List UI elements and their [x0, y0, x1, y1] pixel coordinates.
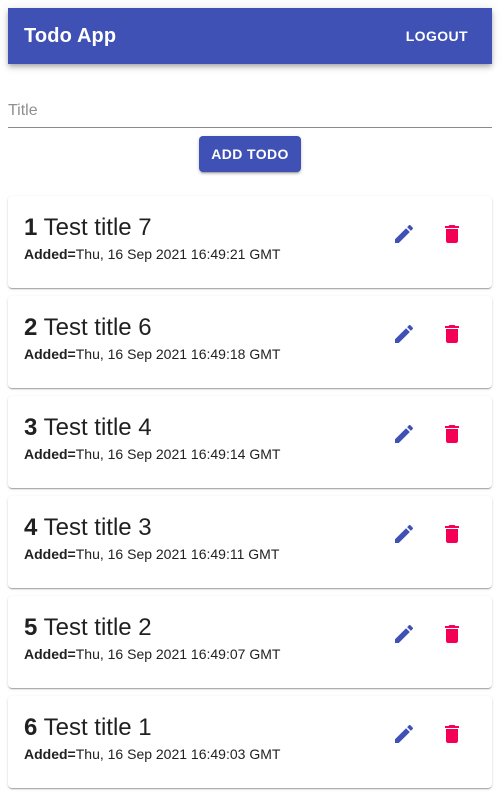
- trash-icon: [445, 625, 459, 643]
- pencil-icon: [395, 524, 414, 543]
- todo-card: 4 Test title 3 Added=Thu, 16 Sep 2021 16…: [8, 496, 492, 588]
- todo-title: Test title 4: [43, 414, 152, 441]
- added-timestamp: Thu, 16 Sep 2021 16:49:18 GMT: [75, 346, 281, 362]
- edit-button[interactable]: [392, 222, 416, 246]
- trash-icon: [445, 325, 459, 343]
- todo-added: Added=Thu, 16 Sep 2021 16:49:21 GMT: [24, 246, 280, 262]
- delete-button[interactable]: [440, 222, 464, 246]
- todo-heading: 5 Test title 2: [24, 614, 152, 642]
- todo-card: 5 Test title 2 Added=Thu, 16 Sep 2021 16…: [8, 596, 492, 688]
- trash-icon: [445, 425, 459, 443]
- added-label: Added=: [24, 746, 76, 762]
- added-timestamp: Thu, 16 Sep 2021 16:49:21 GMT: [75, 246, 281, 262]
- delete-button[interactable]: [440, 322, 464, 346]
- todo-index: 1: [24, 214, 38, 241]
- todo-title: Test title 2: [43, 614, 152, 641]
- edit-button[interactable]: [392, 622, 416, 646]
- delete-button[interactable]: [440, 722, 464, 746]
- logout-button[interactable]: LOGOUT: [398, 22, 476, 50]
- todo-title: Test title 3: [43, 514, 152, 541]
- added-label: Added=: [24, 546, 76, 562]
- todo-index: 2: [24, 314, 38, 341]
- pencil-icon: [395, 324, 414, 343]
- pencil-icon: [395, 224, 414, 243]
- todo-added: Added=Thu, 16 Sep 2021 16:49:07 GMT: [24, 646, 280, 662]
- todo-card: 3 Test title 4 Added=Thu, 16 Sep 2021 16…: [8, 396, 492, 488]
- app-title: Todo App: [24, 24, 117, 47]
- todo-added: Added=Thu, 16 Sep 2021 16:49:03 GMT: [24, 746, 280, 762]
- todo-title: Test title 6: [43, 314, 152, 341]
- added-timestamp: Thu, 16 Sep 2021 16:49:07 GMT: [75, 646, 281, 662]
- todo-card: 6 Test title 1 Added=Thu, 16 Sep 2021 16…: [8, 696, 492, 788]
- todo-added: Added=Thu, 16 Sep 2021 16:49:11 GMT: [24, 546, 279, 562]
- todo-heading: 3 Test title 4: [24, 414, 152, 442]
- edit-button[interactable]: [392, 722, 416, 746]
- trash-icon: [445, 225, 459, 243]
- todo-index: 5: [24, 614, 38, 641]
- delete-button[interactable]: [440, 522, 464, 546]
- todo-heading: 4 Test title 3: [24, 514, 152, 542]
- app-bar: Todo App LOGOUT: [8, 8, 492, 64]
- delete-button[interactable]: [440, 422, 464, 446]
- todo-added: Added=Thu, 16 Sep 2021 16:49:14 GMT: [24, 446, 280, 462]
- todo-heading: 2 Test title 6: [24, 314, 152, 342]
- todo-heading: 6 Test title 1: [24, 714, 152, 742]
- title-input[interactable]: [8, 96, 492, 126]
- added-label: Added=: [24, 646, 76, 662]
- todo-title: Test title 7: [43, 214, 152, 241]
- todo-list: 1 Test title 7 Added=Thu, 16 Sep 2021 16…: [8, 196, 492, 796]
- trash-icon: [445, 725, 459, 743]
- pencil-icon: [395, 724, 414, 743]
- add-todo-button[interactable]: ADD TODO: [199, 136, 301, 172]
- edit-button[interactable]: [392, 322, 416, 346]
- title-field: [8, 96, 492, 128]
- todo-index: 6: [24, 714, 38, 741]
- todo-card: 2 Test title 6 Added=Thu, 16 Sep 2021 16…: [8, 296, 492, 388]
- todo-title: Test title 1: [43, 714, 152, 741]
- edit-button[interactable]: [392, 522, 416, 546]
- pencil-icon: [395, 424, 414, 443]
- added-timestamp: Thu, 16 Sep 2021 16:49:14 GMT: [75, 446, 281, 462]
- added-timestamp: Thu, 16 Sep 2021 16:49:11 GMT: [75, 546, 280, 562]
- todo-added: Added=Thu, 16 Sep 2021 16:49:18 GMT: [24, 346, 280, 362]
- trash-icon: [445, 525, 459, 543]
- todo-heading: 1 Test title 7: [24, 214, 152, 242]
- todo-index: 4: [24, 514, 38, 541]
- added-label: Added=: [24, 246, 76, 262]
- todo-index: 3: [24, 414, 38, 441]
- edit-button[interactable]: [392, 422, 416, 446]
- added-label: Added=: [24, 346, 76, 362]
- added-timestamp: Thu, 16 Sep 2021 16:49:03 GMT: [75, 746, 281, 762]
- delete-button[interactable]: [440, 622, 464, 646]
- added-label: Added=: [24, 446, 76, 462]
- pencil-icon: [395, 624, 414, 643]
- todo-card: 1 Test title 7 Added=Thu, 16 Sep 2021 16…: [8, 196, 492, 288]
